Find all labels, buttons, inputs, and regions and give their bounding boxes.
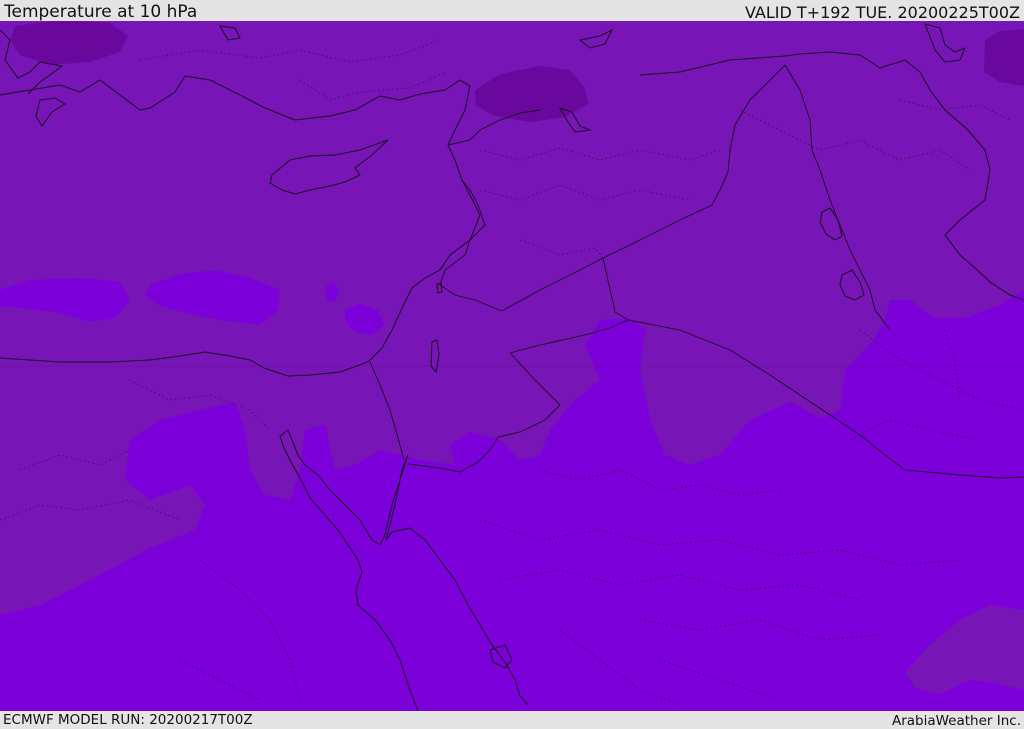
footer-bar: ECMWF MODEL RUN: 20200217T00Z ArabiaWeat… (0, 711, 1024, 729)
valid-time: VALID T+192 TUE. 20200225T00Z (744, 3, 1020, 22)
map-title: Temperature at 10 hPa (4, 2, 198, 22)
model-run-label: ECMWF MODEL RUN: 20200217T00Z (3, 712, 253, 728)
header-bar: Temperature at 10 hPa VALID T+192 TUE. 2… (0, 0, 1024, 21)
temperature-map (0, 21, 1024, 711)
credit-label: ArabiaWeather Inc. (891, 713, 1021, 729)
